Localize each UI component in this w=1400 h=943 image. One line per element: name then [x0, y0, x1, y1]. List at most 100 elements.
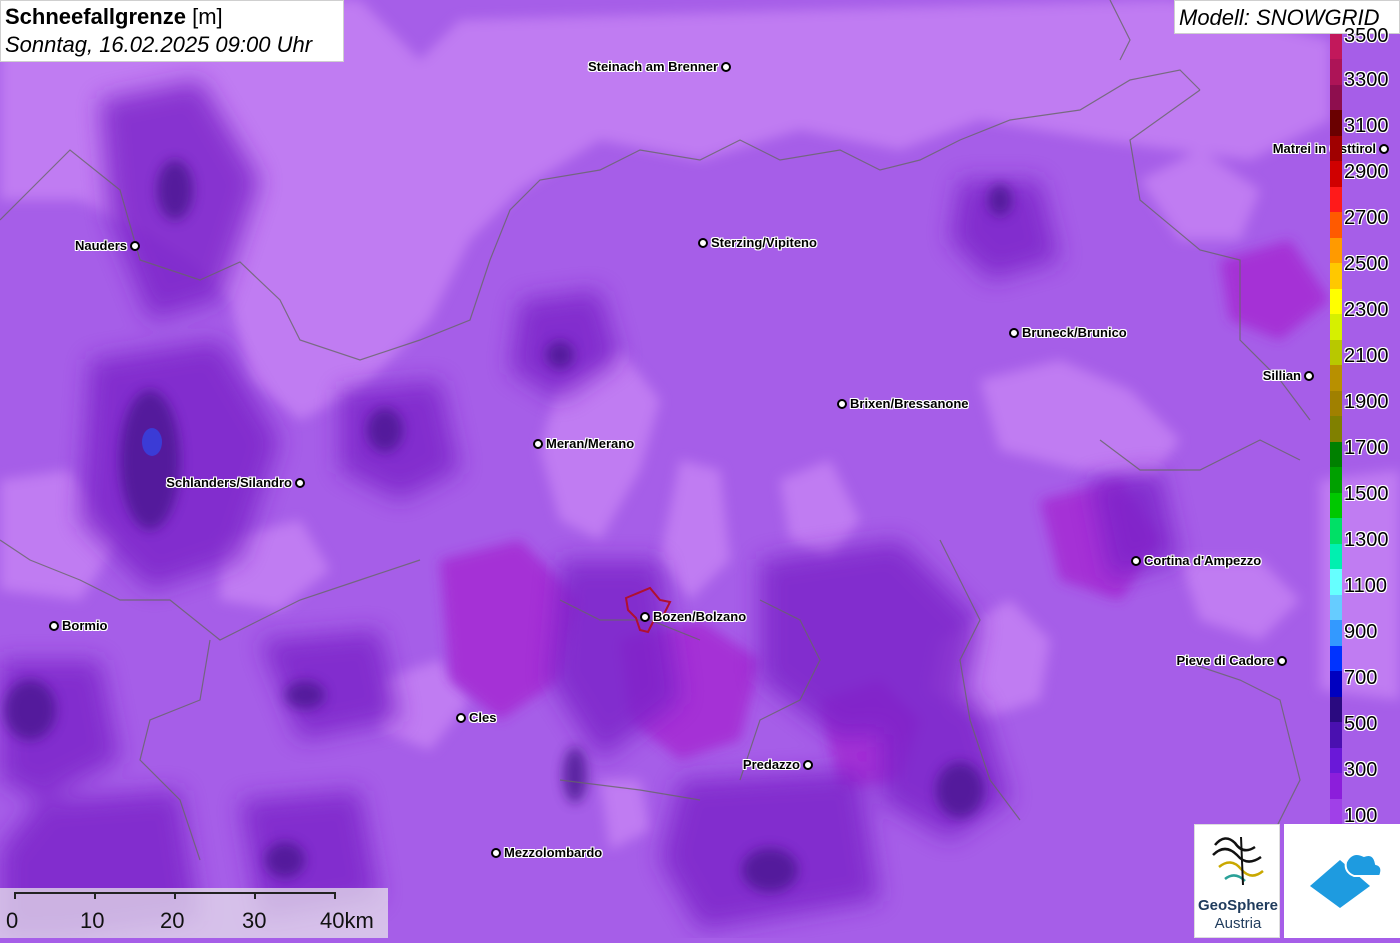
map-title-box: Schneefallgrenze [m] Sonntag, 16.02.2025… — [0, 0, 344, 62]
city-marker[interactable] — [698, 238, 708, 248]
legend-swatch — [1330, 747, 1342, 774]
legend-label: 1500 — [1344, 483, 1389, 505]
map-title: Schneefallgrenze [m] — [5, 4, 223, 29]
blue-spot — [142, 428, 162, 456]
scale-tick — [174, 892, 176, 899]
city-label: Bruneck/Brunico — [1022, 325, 1127, 340]
logo-line1: GeoSphere — [1197, 897, 1279, 914]
legend-label: 2300 — [1344, 299, 1389, 321]
legend-label: 1100 — [1344, 575, 1388, 597]
snowline-map[interactable] — [0, 0, 1400, 938]
city-marker[interactable] — [295, 478, 305, 488]
city-label: Sillian — [1262, 368, 1301, 383]
scale-label: 0 — [6, 908, 19, 933]
city-marker[interactable] — [1009, 328, 1019, 338]
legend-swatch — [1330, 186, 1342, 213]
legend-swatch — [1330, 569, 1342, 596]
city-marker[interactable] — [130, 241, 140, 251]
scale-label: 30 — [242, 908, 267, 933]
city-marker[interactable] — [49, 621, 59, 631]
logo-line2: Austria — [1214, 915, 1262, 932]
legend-label: 3300 — [1344, 69, 1389, 91]
app-logo[interactable] — [1284, 824, 1400, 938]
legend-swatch — [1330, 518, 1342, 545]
legend-swatch — [1330, 288, 1342, 315]
legend-swatch — [1330, 441, 1342, 468]
legend-swatch — [1330, 671, 1342, 698]
legend-label: 700 — [1344, 667, 1378, 689]
legend-swatch — [1330, 135, 1342, 162]
cloud-arrow-icon — [1310, 853, 1383, 908]
city-marker[interactable] — [456, 713, 466, 723]
legend-swatch — [1330, 161, 1342, 188]
city-marker[interactable] — [837, 399, 847, 409]
city-label: Nauders — [74, 238, 127, 253]
map-datetime: Sonntag, 16.02.2025 09:00 Uhr — [5, 32, 313, 57]
legend-swatch — [1330, 263, 1342, 290]
city-marker[interactable] — [1131, 556, 1141, 566]
city-label: Cortina d'Ampezzo — [1144, 553, 1262, 568]
city-label: Steinach am Brenner — [587, 59, 718, 74]
city-label: Predazzo — [742, 757, 800, 772]
legend-swatch — [1330, 110, 1342, 137]
legend-swatch — [1330, 314, 1342, 341]
city-label: Bormio — [62, 618, 108, 633]
scale-tick — [14, 892, 16, 899]
legend-swatch — [1330, 543, 1342, 570]
city-label: Schlanders/Silandro — [166, 475, 292, 490]
city-label: Mezzolombardo — [504, 845, 603, 860]
city-marker[interactable] — [1277, 656, 1287, 666]
city-label: Cles — [469, 710, 497, 725]
legend-swatch — [1330, 416, 1342, 443]
geosphere-logo[interactable]: GeoSphere Austria — [1194, 824, 1280, 938]
legend-swatch — [1330, 773, 1342, 799]
legend-swatch — [1330, 59, 1342, 86]
legend-swatch — [1330, 467, 1342, 494]
city-label: Bozen/Bolzano — [653, 609, 747, 624]
color-legend: 3500 3300 3100 2900 2700 2500 2300 2100 1900 1700… — [1330, 26, 1400, 827]
legend-swatch — [1330, 594, 1342, 621]
legend-label: 300 — [1344, 759, 1378, 781]
legend-swatch — [1330, 390, 1342, 417]
legend-label: 900 — [1344, 621, 1378, 643]
legend-label: 2500 — [1344, 253, 1389, 275]
city-marker[interactable] — [721, 62, 731, 72]
city-marker[interactable] — [640, 612, 650, 622]
legend-swatch — [1330, 722, 1342, 749]
city-marker[interactable] — [533, 439, 543, 449]
legend-label: 1900 — [1344, 391, 1389, 413]
scale-label: 40km — [320, 908, 374, 933]
city-label: Sterzing/Vipiteno — [711, 235, 817, 250]
legend-swatch — [1330, 84, 1342, 111]
scale-tick — [94, 892, 96, 899]
city-label: Pieve di Cadore — [1176, 653, 1274, 668]
legend-swatch — [1330, 365, 1342, 392]
legend-label: 1700 — [1344, 437, 1389, 459]
legend-label: 3100 — [1344, 115, 1389, 137]
legend-swatch — [1330, 212, 1342, 239]
scale-tick — [254, 892, 256, 899]
legend-label: 2700 — [1344, 207, 1389, 229]
legend-swatch — [1330, 34, 1342, 60]
city-label: Meran/Merano — [546, 436, 635, 451]
legend-swatch — [1330, 237, 1342, 264]
legend-label: 500 — [1344, 713, 1378, 735]
legend-label: 2900 — [1344, 161, 1389, 183]
city-marker[interactable] — [1304, 371, 1314, 381]
scale-label: 10 — [80, 908, 105, 933]
city-marker[interactable] — [491, 848, 501, 858]
legend-label: 3500 — [1344, 25, 1389, 47]
legend-swatch — [1330, 492, 1342, 519]
legend-label: 100 — [1344, 805, 1378, 827]
scale-tick — [334, 892, 336, 899]
scale-label: 20 — [160, 908, 185, 933]
legend-swatch — [1330, 620, 1342, 647]
legend-color-bar — [1330, 34, 1342, 825]
legend-swatch — [1330, 339, 1342, 366]
legend-swatch — [1330, 696, 1342, 723]
city-label: Brixen/Bressanone — [850, 396, 969, 411]
legend-label: 2100 — [1344, 345, 1389, 367]
city-marker[interactable] — [803, 760, 813, 770]
geosphere-swirl-icon — [1212, 836, 1264, 886]
legend-swatch — [1330, 645, 1342, 672]
